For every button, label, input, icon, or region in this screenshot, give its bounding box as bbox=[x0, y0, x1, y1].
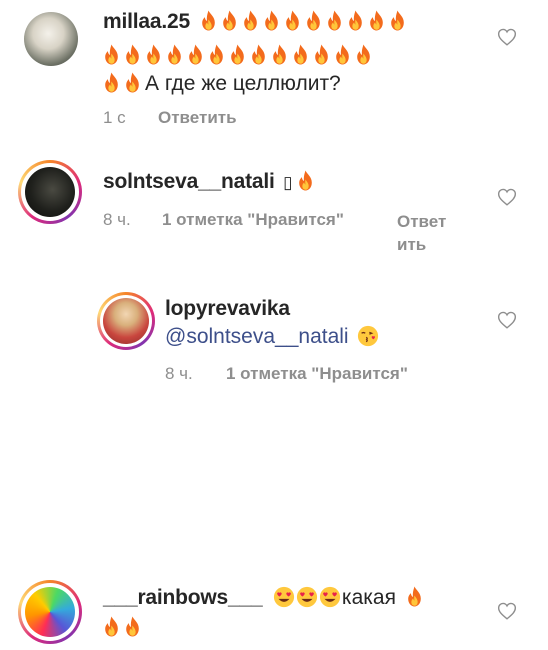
fire-emoji-icon bbox=[271, 44, 288, 65]
comment-solntseva: solntseva__natali ▯ 8 ч. 1 отметка "Нрав… bbox=[0, 140, 548, 280]
fire-emoji-icon bbox=[103, 72, 120, 93]
fire-emoji-icon bbox=[355, 44, 372, 65]
username[interactable]: millaa.25 bbox=[103, 10, 190, 33]
mention-link[interactable]: @solntseva__natali bbox=[165, 325, 349, 348]
fire-emoji-icon bbox=[103, 616, 120, 637]
comment-text-line: @solntseva__natali bbox=[165, 325, 380, 349]
fire-emoji-icon bbox=[250, 44, 267, 65]
fire-emoji-icon bbox=[305, 10, 322, 31]
comment-time: 1 с bbox=[103, 108, 126, 127]
fire-emoji-icon bbox=[313, 44, 330, 65]
face-blowing-kiss-emoji-icon bbox=[357, 325, 379, 347]
comment-time: 8 ч. bbox=[165, 364, 193, 383]
username[interactable]: solntseva__natali bbox=[103, 170, 275, 193]
like-heart-icon[interactable] bbox=[497, 311, 517, 329]
fire-emoji-row bbox=[103, 77, 145, 94]
fire-emoji-icon bbox=[145, 44, 162, 65]
likes-count[interactable]: 1 отметка "Нравится" bbox=[162, 210, 344, 230]
reply-button[interactable]: Ответить bbox=[158, 108, 237, 128]
fire-emoji-icon bbox=[334, 44, 351, 65]
fire-emoji-row bbox=[103, 44, 376, 67]
smiling-face-heart-eyes-emoji-icon bbox=[296, 586, 318, 608]
fire-emoji-icon bbox=[242, 10, 259, 31]
smiling-face-heart-eyes-emoji-icon bbox=[273, 586, 295, 608]
fire-emoji-icon bbox=[406, 586, 423, 607]
fire-emoji-icon bbox=[103, 44, 120, 65]
like-heart-icon[interactable] bbox=[497, 28, 517, 46]
fire-emoji-icon bbox=[284, 10, 301, 31]
reply-lopyrevavika: lopyrevavika @solntseva__natali 8 ч. 1 о… bbox=[0, 280, 548, 400]
comment-time: 8 ч. bbox=[103, 210, 131, 229]
like-heart-icon[interactable] bbox=[497, 602, 517, 620]
fire-emoji-icon bbox=[166, 44, 183, 65]
avatar[interactable] bbox=[25, 587, 75, 637]
fire-emoji-icon bbox=[389, 10, 406, 31]
username[interactable]: ___rainbows___ bbox=[103, 586, 263, 609]
fire-emoji-icon bbox=[347, 10, 364, 31]
comment-text: А где же целлюлит? bbox=[145, 72, 341, 95]
comment-body: millaa.25 bbox=[103, 10, 410, 34]
fire-emoji-icon bbox=[124, 44, 141, 65]
fire-emoji-icon bbox=[208, 44, 225, 65]
comment-body: solntseva__natali ▯ bbox=[103, 170, 318, 194]
fire-emoji-icon bbox=[124, 616, 141, 637]
comment-text-line: А где же целлюлит? bbox=[103, 72, 341, 96]
fire-emoji-icon bbox=[200, 10, 217, 31]
reply-button[interactable]: Ответить bbox=[397, 210, 446, 256]
fire-emoji-icon bbox=[292, 44, 309, 65]
comment-body: lopyrevavika bbox=[165, 297, 290, 321]
likes-count[interactable]: 1 отметка "Нравится" bbox=[226, 364, 408, 384]
smiling-face-heart-eyes-emoji-icon bbox=[319, 586, 341, 608]
fire-emoji-icon bbox=[297, 170, 314, 191]
fire-emoji-icon bbox=[229, 44, 246, 65]
comment-body: ___rainbows___ какая bbox=[103, 586, 427, 610]
fire-emoji-row bbox=[200, 15, 410, 32]
avatar[interactable] bbox=[24, 12, 78, 66]
avatar[interactable] bbox=[103, 298, 149, 344]
comment-rainbows: ___rainbows___ какая bbox=[0, 560, 548, 650]
comment-millaa: millaa.25 А где же целлюлит? 1 с Ответит… bbox=[0, 0, 548, 140]
avatar[interactable] bbox=[25, 167, 75, 217]
fire-emoji-icon bbox=[221, 10, 238, 31]
fire-emoji-icon bbox=[368, 10, 385, 31]
fire-emoji-icon bbox=[326, 10, 343, 31]
username[interactable]: lopyrevavika bbox=[165, 297, 290, 320]
like-heart-icon[interactable] bbox=[497, 188, 517, 206]
unsupported-glyph: ▯ bbox=[283, 173, 293, 192]
fire-emoji-icon bbox=[124, 72, 141, 93]
fire-emoji-row bbox=[103, 616, 145, 639]
fire-emoji-icon bbox=[263, 10, 280, 31]
fire-emoji-icon bbox=[187, 44, 204, 65]
comment-text: какая bbox=[341, 586, 396, 609]
